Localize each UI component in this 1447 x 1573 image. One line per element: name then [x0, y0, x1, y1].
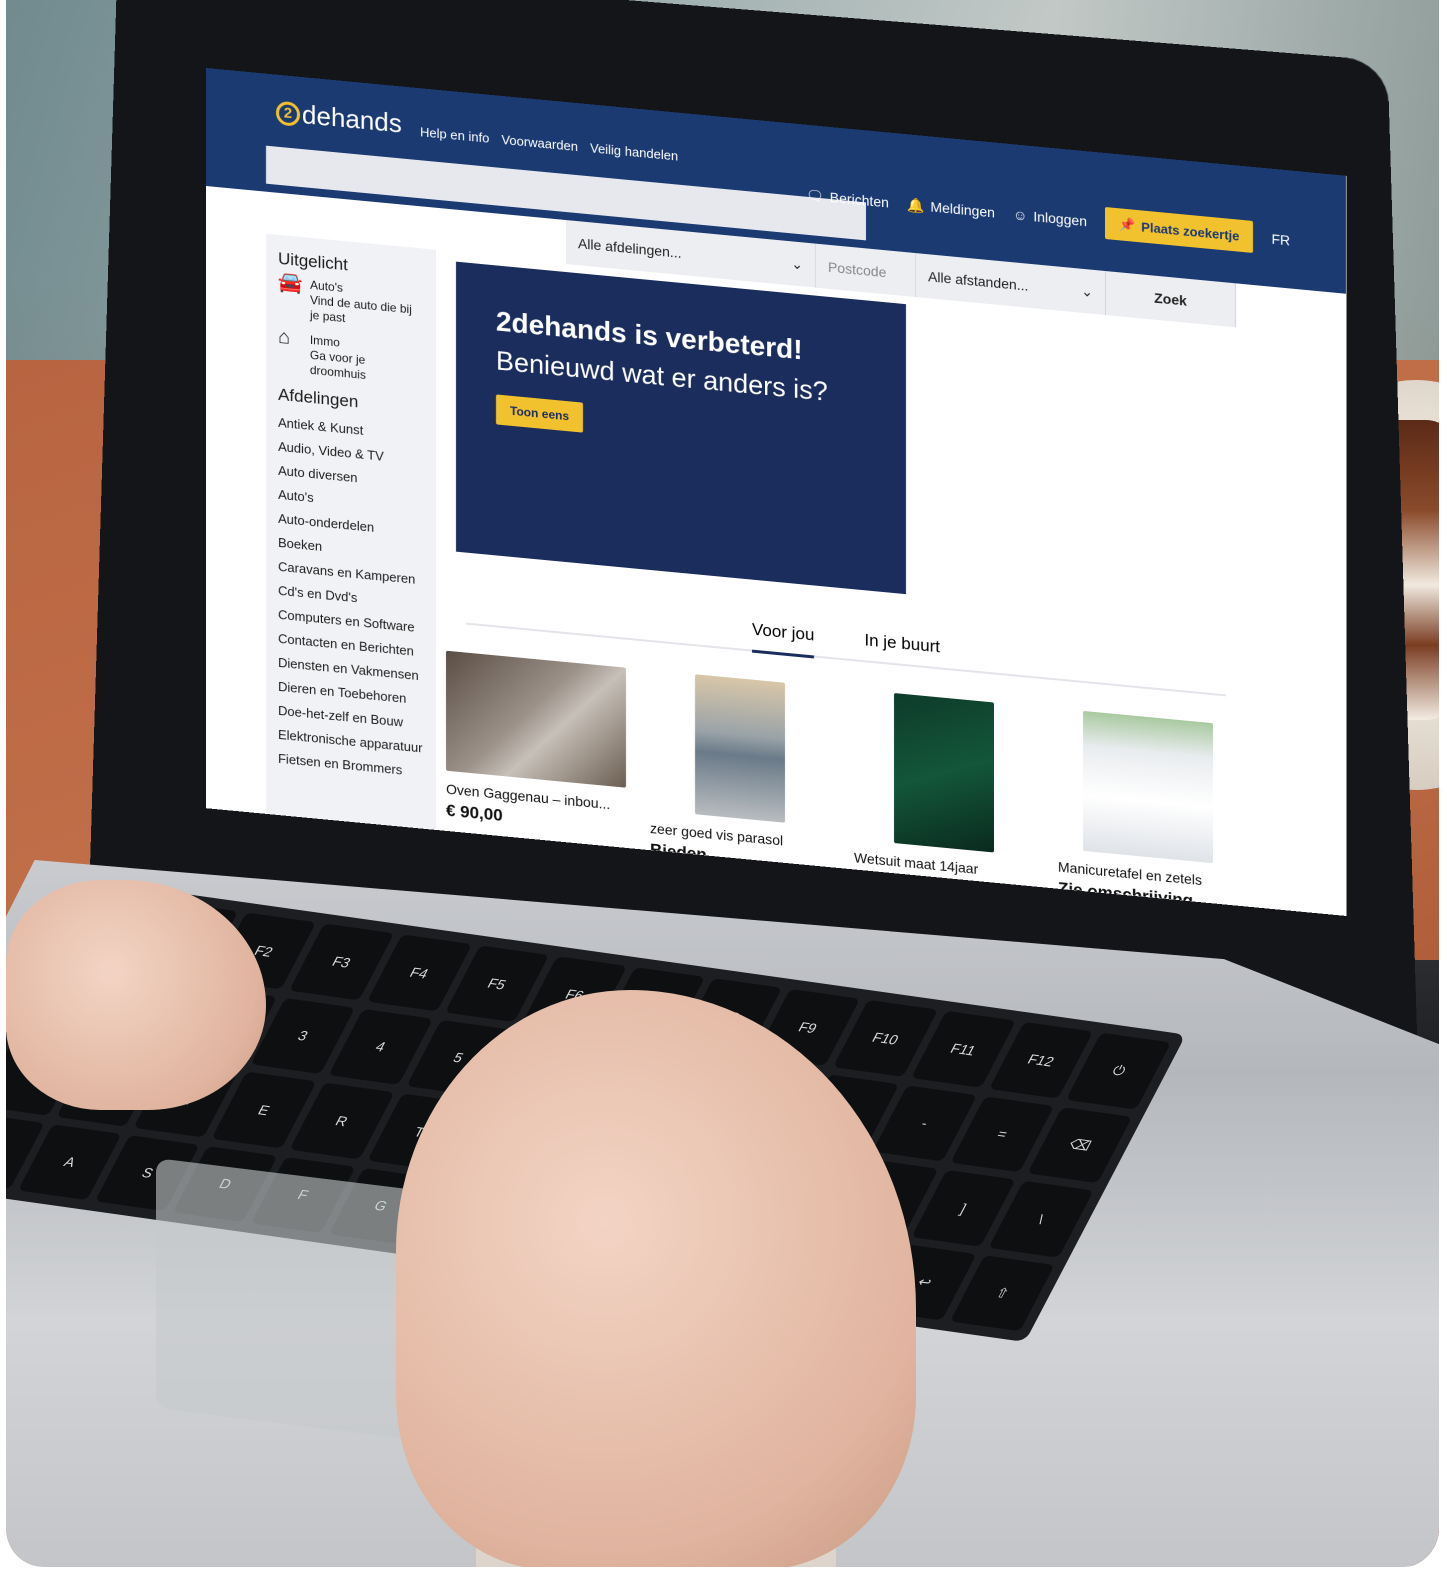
car-icon: 🚘	[278, 270, 303, 296]
banner-cta-button[interactable]: Toon eens	[496, 394, 584, 433]
notifications-label: Meldingen	[930, 198, 995, 221]
user-icon: ☺	[1012, 206, 1028, 224]
photo-scene: 2 dehands Help en info Voorwaarden Veili…	[6, 0, 1439, 1568]
listing-image	[446, 650, 626, 788]
listing-card[interactable]: Manicuretafel en zetels Zie omschrijving	[1058, 709, 1238, 916]
tab-voor-jou[interactable]: Voor jou	[752, 619, 815, 659]
site-logo[interactable]: 2 dehands	[276, 97, 402, 140]
language-switch[interactable]: FR	[1271, 231, 1290, 249]
chevron-down-icon: ⌄	[791, 254, 803, 272]
department-select-value: Alle afdelingen...	[578, 235, 682, 261]
tab-in-je-buurt[interactable]: In je buurt	[864, 630, 940, 657]
postcode-input[interactable]: Postcode	[816, 243, 916, 298]
laptop-screen: 2 dehands Help en info Voorwaarden Veili…	[206, 68, 1346, 916]
house-icon: ⌂	[278, 325, 291, 349]
postcode-placeholder: Postcode	[828, 258, 887, 281]
sidebar: Uitgelicht 🚘 Auto's Vind de auto die bij…	[266, 233, 436, 850]
logo-text: dehands	[302, 99, 402, 139]
bell-icon: 🔔	[906, 195, 925, 214]
featured-immo[interactable]: ⌂ Immo Ga voor je droomhuis	[278, 325, 424, 389]
link-terms[interactable]: Voorwaarden	[501, 132, 578, 154]
top-links: Help en info Voorwaarden Veilig handelen	[420, 124, 678, 163]
pin-icon: 📌	[1119, 216, 1136, 233]
messages-label: Berichten	[829, 188, 889, 211]
link-safe-trading[interactable]: Veilig handelen	[590, 140, 678, 163]
login-label: Inloggen	[1033, 208, 1087, 230]
promo-banner: 2dehands is verbeterd! Benieuwd wat er a…	[456, 261, 906, 595]
distance-select-value: Alle afstanden...	[928, 268, 1029, 294]
logo-badge: 2	[276, 100, 300, 127]
link-help[interactable]: Help en info	[420, 124, 489, 146]
featured-cars[interactable]: 🚘 Auto's Vind de auto die bij je past	[278, 270, 424, 334]
notifications-link[interactable]: 🔔 Meldingen	[907, 196, 995, 221]
chevron-down-icon: ⌄	[1081, 282, 1093, 300]
login-link[interactable]: ☺ Inloggen	[1013, 206, 1087, 229]
listing-image	[894, 693, 994, 853]
messages-link[interactable]: 🗨 Berichten	[806, 186, 889, 211]
listing-image	[1083, 710, 1213, 864]
post-ad-label: Plaats zoekertje	[1141, 218, 1240, 244]
listing-image	[695, 674, 785, 823]
chat-bubble-icon: 🗨	[806, 186, 824, 204]
